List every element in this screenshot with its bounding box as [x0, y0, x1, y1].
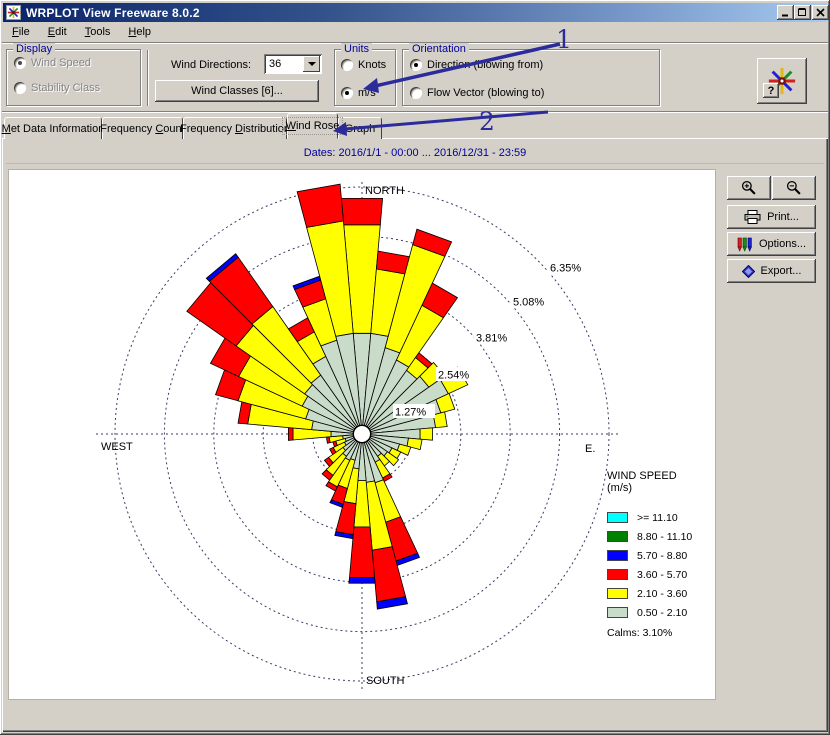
zoom-in-icon [741, 180, 757, 196]
wind-directions-value: 36 [264, 58, 303, 70]
legend-title: WIND SPEED [607, 470, 713, 482]
pencils-icon [737, 237, 753, 252]
wind-classes-button-label: Wind Classes [6]... [191, 85, 283, 97]
svg-text:6.35%: 6.35% [550, 263, 581, 275]
options-button-label: Options... [759, 238, 806, 250]
svg-text:2.54%: 2.54% [438, 370, 469, 382]
menu-edit[interactable]: Edit [39, 24, 76, 40]
svg-text:E.: E. [585, 443, 595, 455]
units-group-caption: Units [341, 43, 372, 55]
radio-icon [14, 82, 26, 94]
radio-direction-blowing-from[interactable]: Direction (blowing from) [410, 59, 543, 71]
question-mark-icon: ? [768, 85, 775, 97]
wind-directions-label: Wind Directions: [171, 59, 251, 71]
radio-stability-class[interactable]: Stability Class [14, 82, 100, 94]
tab-wind-rose[interactable]: Wind Rose [287, 113, 338, 139]
radio-label: Wind Speed [31, 57, 91, 69]
radio-label: Stability Class [31, 82, 100, 94]
legend-swatch [607, 550, 628, 561]
legend-swatch [607, 512, 628, 523]
tab-met-data-information[interactable]: Met Data Information [4, 117, 102, 139]
app-window: WRPLOT View Freeware 8.0.2 File Edit Too… [0, 0, 830, 735]
legend-class-label: 5.70 - 8.80 [637, 550, 687, 562]
radio-label: Knots [358, 59, 386, 71]
legend-swatch [607, 569, 628, 580]
radio-icon [410, 87, 422, 99]
radio-icon [410, 59, 422, 71]
title-bar: WRPLOT View Freeware 8.0.2 [3, 3, 827, 22]
maximize-icon [798, 8, 807, 17]
svg-text:NORTH: NORTH [365, 185, 404, 197]
menu-bar: File Edit Tools Help [3, 23, 827, 41]
window-title: WRPLOT View Freeware 8.0.2 [26, 6, 200, 20]
legend-swatch [607, 588, 628, 599]
windrose-help-button[interactable]: ? [757, 58, 807, 104]
options-button[interactable]: Options... [727, 232, 816, 256]
radio-label: m/s [358, 87, 376, 99]
menu-help[interactable]: Help [119, 24, 160, 40]
minimize-icon [781, 8, 790, 17]
legend-class-label: 2.10 - 3.60 [637, 588, 687, 600]
toolbar-separator [147, 50, 149, 106]
legend-swatch [607, 607, 628, 618]
legend-row: 8.80 - 11.10 [607, 527, 713, 546]
legend-class-label: >= 11.10 [637, 512, 678, 524]
export-button-label: Export... [761, 265, 802, 277]
legend-row: 2.10 - 3.60 [607, 584, 713, 603]
printer-icon [744, 210, 761, 224]
legend-rows: >= 11.10 8.80 - 11.10 5.70 - 8.80 3.60 - 5.… [607, 508, 713, 622]
chevron-down-icon [308, 62, 316, 66]
legend-class-label: 3.60 - 5.70 [637, 569, 687, 581]
svg-text:3.81%: 3.81% [476, 333, 507, 345]
display-group-caption: Display [13, 43, 55, 55]
svg-text:5.08%: 5.08% [513, 297, 544, 309]
zoom-out-icon [786, 180, 802, 196]
menu-file[interactable]: File [3, 24, 39, 40]
radio-label: Direction (blowing from) [427, 59, 543, 71]
legend-subtitle: (m/s) [607, 482, 713, 494]
close-button[interactable] [812, 5, 829, 20]
radio-ms[interactable]: m/s [341, 87, 376, 99]
print-button[interactable]: Print... [727, 205, 816, 229]
export-diamond-icon [742, 265, 755, 278]
app-windrose-icon [6, 5, 21, 20]
dates-bar: Dates: 2016/1/1 - 00:00 ... 2016/12/31 -… [6, 142, 824, 164]
wind-classes-button[interactable]: Wind Classes [6]... [155, 80, 319, 102]
tab-graph[interactable]: Graph [338, 117, 382, 139]
legend-row: 3.60 - 5.70 [607, 565, 713, 584]
legend-row: 5.70 - 8.80 [607, 546, 713, 565]
wind-directions-combobox[interactable]: 36 [264, 54, 322, 74]
tab-frequency-distribution[interactable]: Frequency Distribution [183, 117, 287, 139]
orientation-group-caption: Orientation [409, 43, 469, 55]
minimize-button[interactable] [777, 5, 794, 20]
radio-icon [341, 59, 353, 71]
legend-class-label: 0.50 - 2.10 [637, 607, 687, 619]
zoom-in-button[interactable] [727, 176, 771, 200]
legend-calms: Calms: 3.10% [607, 627, 713, 639]
radio-icon [341, 87, 353, 99]
wind-rose-plot: 1.27% 2.54% 3.81% 5.08% 6.35% NORTH WEST E. SOUT… [8, 169, 716, 700]
maximize-button[interactable] [794, 5, 811, 20]
radio-knots[interactable]: Knots [341, 59, 386, 71]
radio-wind-speed[interactable]: Wind Speed [14, 57, 91, 69]
svg-text:SOUTH: SOUTH [366, 675, 405, 687]
combo-dropdown-button[interactable] [303, 56, 320, 72]
radio-label: Flow Vector (blowing to) [427, 87, 544, 99]
legend-class-label: 8.80 - 11.10 [637, 531, 692, 543]
radio-icon [14, 57, 26, 69]
zoom-out-button[interactable] [772, 176, 816, 200]
print-button-label: Print... [767, 211, 799, 223]
legend-swatch [607, 531, 628, 542]
close-icon [816, 8, 825, 17]
menu-tools[interactable]: Tools [76, 24, 120, 40]
legend-row: 0.50 - 2.10 [607, 603, 713, 622]
help-badge: ? [763, 83, 779, 98]
svg-text:1.27%: 1.27% [395, 407, 426, 419]
tab-frequency-count[interactable]: Frequency Count [102, 117, 183, 139]
legend-row: >= 11.10 [607, 508, 713, 527]
wind-speed-legend: WIND SPEED (m/s) >= 11.10 8.80 - 11.10 5.7… [607, 470, 713, 639]
svg-text:WEST: WEST [101, 441, 133, 453]
radio-flow-vector[interactable]: Flow Vector (blowing to) [410, 87, 544, 99]
export-button[interactable]: Export... [727, 259, 816, 283]
